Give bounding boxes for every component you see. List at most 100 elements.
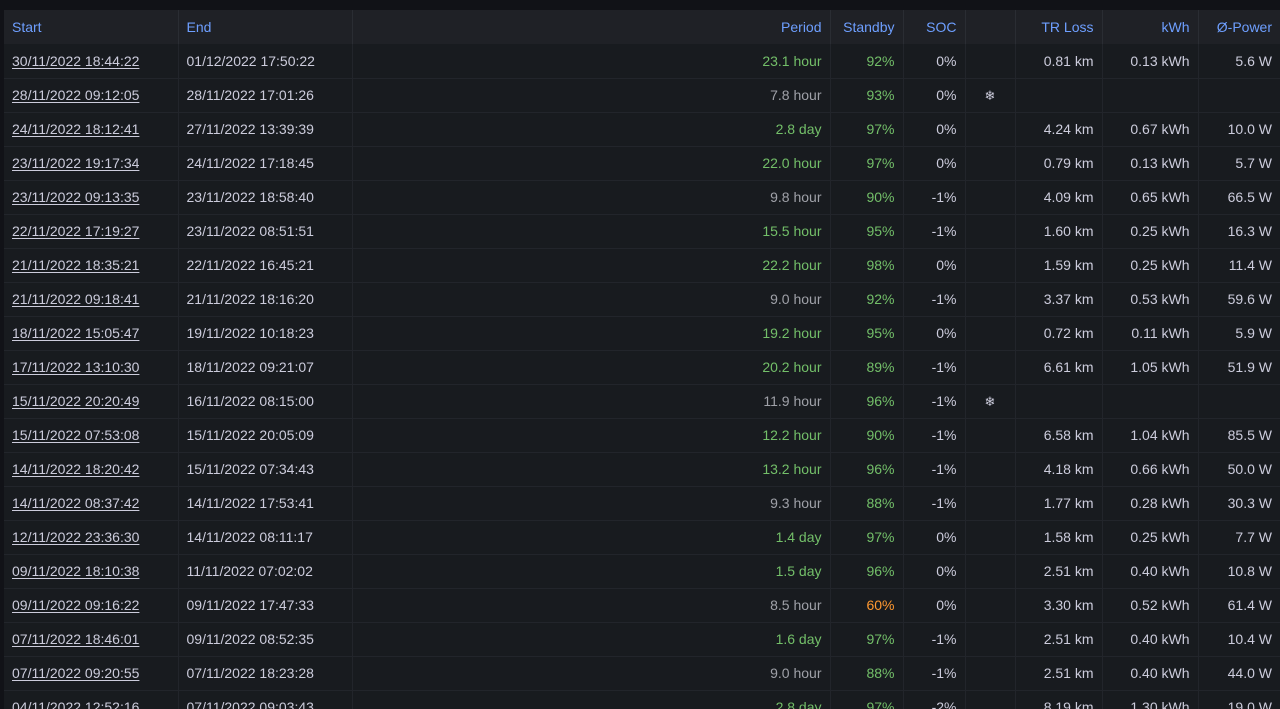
column-header-start[interactable]: Start (4, 10, 179, 44)
standby-cell: 96% (830, 554, 904, 589)
start-link[interactable]: 14/11/2022 08:37:42 (12, 495, 139, 511)
table-row: 12/11/2022 23:36:30 14/11/2022 08:11:17 … (4, 520, 1280, 555)
end-cell: 22/11/2022 16:45:21 (178, 248, 353, 283)
tr-loss-cell: 0.72 km (1015, 316, 1103, 351)
standby-cell: 97% (830, 520, 904, 555)
column-header-tr-loss[interactable]: TR Loss (1015, 10, 1103, 44)
column-header-period[interactable]: Period (352, 10, 831, 44)
column-header-kwh[interactable]: kWh (1102, 10, 1199, 44)
start-link[interactable]: 07/11/2022 18:46:01 (12, 631, 139, 647)
table-row: 22/11/2022 17:19:27 23/11/2022 08:51:51 … (4, 214, 1280, 249)
period-cell: 9.0 hour (352, 282, 831, 317)
soc-cell: 0% (903, 520, 966, 555)
column-header-standby[interactable]: Standby (830, 10, 904, 44)
soc-cell: 0% (903, 78, 966, 113)
kwh-cell (1102, 384, 1199, 419)
start-link[interactable]: 17/11/2022 13:10:30 (12, 359, 139, 375)
table-row: 15/11/2022 20:20:49 16/11/2022 08:15:00 … (4, 384, 1280, 419)
start-link[interactable]: 21/11/2022 09:18:41 (12, 291, 139, 307)
period-cell: 1.6 day (352, 622, 831, 657)
drives-table: Start End Period Standby SOC TR Loss kWh… (4, 10, 1280, 709)
start-cell: 28/11/2022 09:12:05 (4, 78, 179, 113)
power-cell: 5.7 W (1198, 146, 1280, 181)
start-cell: 07/11/2022 18:46:01 (4, 622, 179, 657)
start-link[interactable]: 15/11/2022 07:53:08 (12, 427, 139, 443)
start-link[interactable]: 09/11/2022 09:16:22 (12, 597, 139, 613)
start-link[interactable]: 30/11/2022 18:44:22 (12, 53, 139, 69)
start-link[interactable]: 23/11/2022 19:17:34 (12, 155, 139, 171)
soc-cell: 0% (903, 316, 966, 351)
period-cell: 22.0 hour (352, 146, 831, 181)
column-header-soc[interactable]: SOC (903, 10, 966, 44)
power-cell: 30.3 W (1198, 486, 1280, 521)
standby-cell: 92% (830, 282, 904, 317)
snowflake-icon-cell (965, 452, 1016, 487)
period-cell: 2.8 day (352, 112, 831, 147)
snowflake-icon-cell (965, 316, 1016, 351)
period-cell: 8.5 hour (352, 588, 831, 623)
standby-cell: 97% (830, 622, 904, 657)
power-cell: 61.4 W (1198, 588, 1280, 623)
kwh-cell: 0.11 kWh (1102, 316, 1199, 351)
start-cell: 17/11/2022 13:10:30 (4, 350, 179, 385)
snowflake-icon-cell (965, 248, 1016, 283)
column-header-end[interactable]: End (178, 10, 353, 44)
end-cell: 28/11/2022 17:01:26 (178, 78, 353, 113)
start-link[interactable]: 12/11/2022 23:36:30 (12, 529, 139, 545)
start-link[interactable]: 23/11/2022 09:13:35 (12, 189, 139, 205)
period-cell: 13.2 hour (352, 452, 831, 487)
table-row: 23/11/2022 09:13:35 23/11/2022 18:58:40 … (4, 180, 1280, 215)
end-cell: 23/11/2022 08:51:51 (178, 214, 353, 249)
start-link[interactable]: 07/11/2022 09:20:55 (12, 665, 139, 681)
start-link[interactable]: 22/11/2022 17:19:27 (12, 223, 139, 239)
period-cell: 23.1 hour (352, 44, 831, 79)
end-cell: 09/11/2022 08:52:35 (178, 622, 353, 657)
soc-cell: -1% (903, 350, 966, 385)
start-cell: 14/11/2022 18:20:42 (4, 452, 179, 487)
snowflake-icon-cell (965, 486, 1016, 521)
end-cell: 01/12/2022 17:50:22 (178, 44, 353, 79)
tr-loss-cell: 3.37 km (1015, 282, 1103, 317)
snowflake-icon-cell (965, 622, 1016, 657)
end-cell: 15/11/2022 07:34:43 (178, 452, 353, 487)
kwh-cell: 0.40 kWh (1102, 554, 1199, 589)
standby-cell: 95% (830, 214, 904, 249)
end-cell: 14/11/2022 17:53:41 (178, 486, 353, 521)
soc-cell: 0% (903, 248, 966, 283)
tr-loss-cell (1015, 384, 1103, 419)
standby-cell: 90% (830, 180, 904, 215)
power-cell: 19.0 W (1198, 690, 1280, 709)
soc-cell: 0% (903, 588, 966, 623)
tr-loss-cell (1015, 78, 1103, 113)
start-link[interactable]: 14/11/2022 18:20:42 (12, 461, 139, 477)
start-cell: 23/11/2022 09:13:35 (4, 180, 179, 215)
start-link[interactable]: 15/11/2022 20:20:49 (12, 393, 139, 409)
power-cell (1198, 384, 1280, 419)
snowflake-icon: ❄ (984, 88, 996, 104)
kwh-cell: 0.66 kWh (1102, 452, 1199, 487)
power-cell: 50.0 W (1198, 452, 1280, 487)
kwh-cell: 0.13 kWh (1102, 146, 1199, 181)
start-link[interactable]: 21/11/2022 18:35:21 (12, 257, 139, 273)
start-link[interactable]: 09/11/2022 18:10:38 (12, 563, 139, 579)
period-cell: 11.9 hour (352, 384, 831, 419)
start-link[interactable]: 24/11/2022 18:12:41 (12, 121, 139, 137)
power-cell: 16.3 W (1198, 214, 1280, 249)
top-bar (0, 0, 1280, 10)
table-row: 21/11/2022 09:18:41 21/11/2022 18:16:20 … (4, 282, 1280, 317)
power-cell: 59.6 W (1198, 282, 1280, 317)
table-row: 24/11/2022 18:12:41 27/11/2022 13:39:39 … (4, 112, 1280, 147)
snowflake-icon-cell (965, 554, 1016, 589)
standby-cell: 92% (830, 44, 904, 79)
soc-cell: -1% (903, 214, 966, 249)
power-cell: 10.0 W (1198, 112, 1280, 147)
start-link[interactable]: 04/11/2022 12:52:16 (12, 699, 139, 709)
column-header-power[interactable]: Ø-Power (1198, 10, 1280, 44)
start-link[interactable]: 18/11/2022 15:05:47 (12, 325, 139, 341)
start-link[interactable]: 28/11/2022 09:12:05 (12, 87, 139, 103)
standby-cell: 98% (830, 248, 904, 283)
end-cell: 07/11/2022 18:23:28 (178, 656, 353, 691)
column-header-icon[interactable] (965, 10, 1016, 44)
power-cell: 44.0 W (1198, 656, 1280, 691)
end-cell: 07/11/2022 09:03:43 (178, 690, 353, 709)
